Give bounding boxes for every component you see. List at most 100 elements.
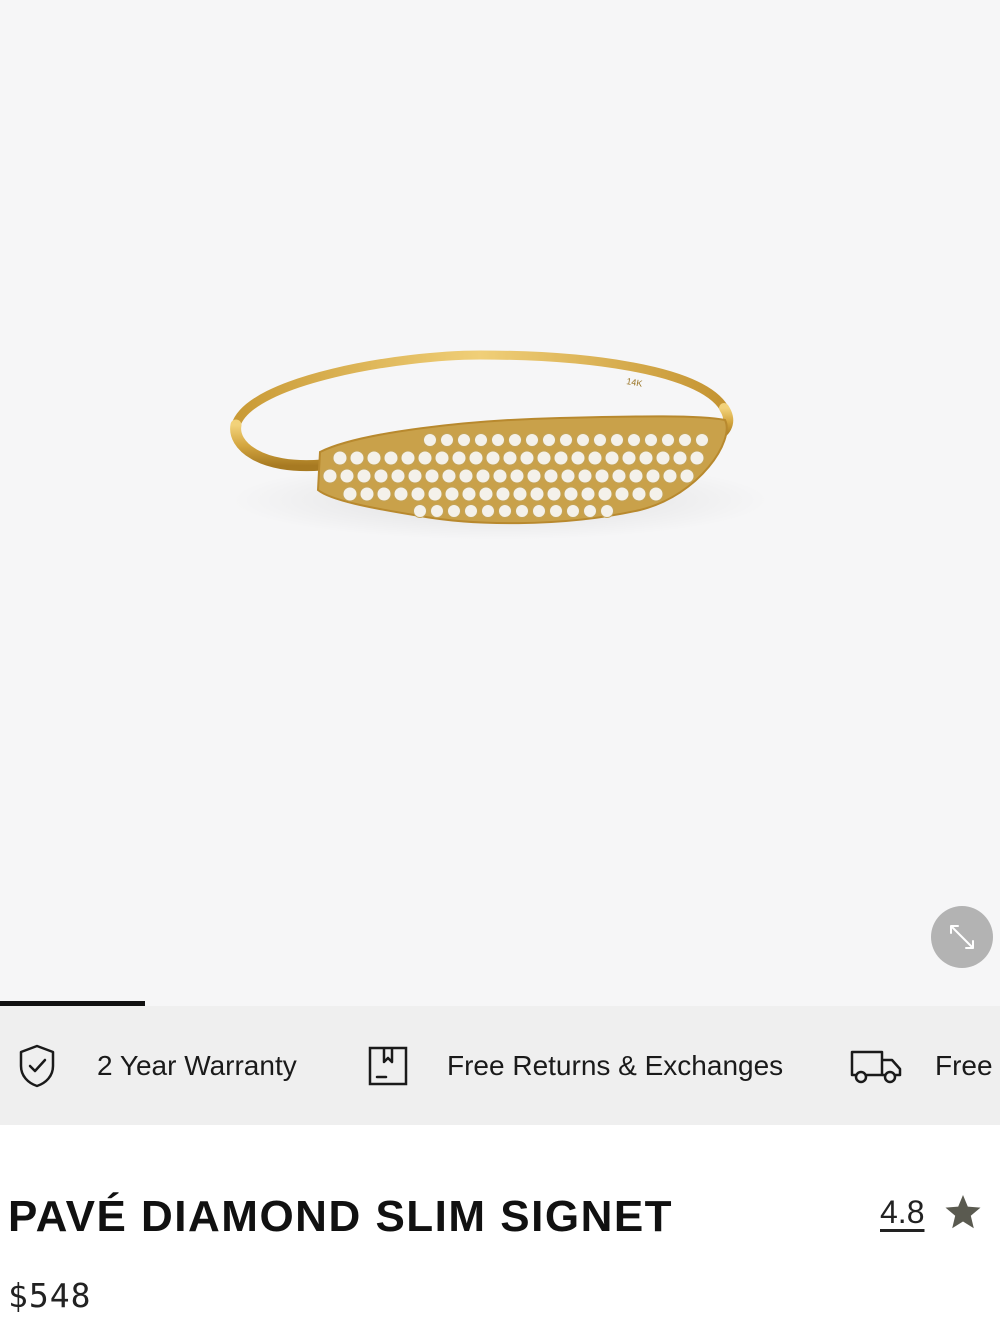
benefit-shipping-label: Free: [935, 1049, 993, 1081]
pave-diamond: [672, 450, 688, 466]
pave-diamond: [525, 433, 539, 447]
pave-diamond: [376, 486, 392, 502]
ring-engraving: 14K: [626, 376, 644, 389]
pave-diamond: [502, 450, 518, 466]
pave-diamond: [661, 433, 675, 447]
pave-diamond: [631, 486, 647, 502]
pave-diamond: [543, 468, 559, 484]
pave-diamond: [475, 468, 491, 484]
pave-diamond: [440, 433, 454, 447]
pave-diamond: [390, 468, 406, 484]
pave-diamond: [495, 486, 511, 502]
product-image-ring[interactable]: 14K: [0, 0, 1000, 1006]
product-price: $548: [8, 1276, 92, 1315]
pave-diamond: [498, 504, 512, 518]
pave-diamond: [400, 450, 416, 466]
expand-arrows-icon: [950, 925, 974, 949]
pave-diamond: [461, 486, 477, 502]
pave-diamond: [593, 433, 607, 447]
pave-diamond: [373, 468, 389, 484]
pave-diamond: [549, 504, 563, 518]
benefit-returns: Free Returns & Exchanges: [368, 1006, 783, 1125]
pave-diamond: [644, 433, 658, 447]
pave-diamond: [424, 468, 440, 484]
pave-diamond: [648, 486, 664, 502]
pave-diamond: [458, 468, 474, 484]
benefit-warranty: 2 Year Warranty: [18, 1006, 297, 1125]
pave-diamond: [532, 504, 546, 518]
pave-diamond: [587, 450, 603, 466]
delivery-truck-icon: [850, 1050, 902, 1083]
pave-diamond: [481, 504, 495, 518]
pave-diamond: [508, 433, 522, 447]
pave-diamond: [526, 468, 542, 484]
pave-diamond: [423, 433, 437, 447]
pave-diamond: [444, 486, 460, 502]
benefit-shipping: Free: [850, 1006, 993, 1125]
star-icon: [945, 1195, 981, 1229]
pave-diamond: [594, 468, 610, 484]
pave-diamond: [662, 468, 678, 484]
pave-diamond: [695, 433, 709, 447]
pave-diamond: [434, 450, 450, 466]
pave-diamond: [359, 486, 375, 502]
pave-diamond: [645, 468, 661, 484]
pave-diamond: [383, 450, 399, 466]
pave-diamond: [485, 450, 501, 466]
pave-diamond: [536, 450, 552, 466]
benefits-strip[interactable]: 2 Year Warranty Free Returns & Exchanges…: [0, 1006, 1000, 1125]
pave-diamond: [451, 450, 467, 466]
pave-diamond: [679, 468, 695, 484]
pave-diamond: [560, 468, 576, 484]
pave-diamond: [464, 504, 478, 518]
pave-diamond: [407, 468, 423, 484]
pave-diamond: [576, 433, 590, 447]
pave-diamond: [332, 450, 348, 466]
pave-diamond: [577, 468, 593, 484]
pave-diamond: [322, 468, 338, 484]
rating-value-link[interactable]: 4.8: [880, 1194, 924, 1231]
pave-diamond: [604, 450, 620, 466]
pave-diamond: [478, 486, 494, 502]
pave-diamond: [492, 468, 508, 484]
shield-check-icon: [19, 1044, 55, 1087]
pave-diamond: [570, 450, 586, 466]
pave-diamond: [546, 486, 562, 502]
pave-diamond: [600, 504, 614, 518]
pave-diamond: [468, 450, 484, 466]
pave-diamond: [474, 433, 488, 447]
pave-diamond: [529, 486, 545, 502]
pave-diamond: [566, 504, 580, 518]
pave-diamond: [356, 468, 372, 484]
pave-diamond: [542, 433, 556, 447]
pave-diamond: [614, 486, 630, 502]
benefit-warranty-label: 2 Year Warranty: [97, 1049, 297, 1081]
pave-diamond: [610, 433, 624, 447]
pave-diamond: [427, 486, 443, 502]
pave-diamond: [417, 450, 433, 466]
pave-diamond: [512, 486, 528, 502]
pave-diamond: [447, 504, 461, 518]
pave-diamond: [491, 433, 505, 447]
pave-diamond: [628, 468, 644, 484]
pave-diamond: [366, 450, 382, 466]
return-box-icon: [368, 1046, 408, 1085]
benefit-returns-label: Free Returns & Exchanges: [447, 1049, 784, 1081]
pave-diamond: [689, 450, 705, 466]
pave-diamond: [638, 450, 654, 466]
pave-diamond: [655, 450, 671, 466]
pave-diamond: [342, 486, 358, 502]
expand-image-button[interactable]: [931, 906, 993, 968]
pave-diamond: [519, 450, 535, 466]
pave-diamond: [457, 433, 471, 447]
product-image-gallery[interactable]: 14K: [0, 0, 1000, 1006]
pave-diamond: [627, 433, 641, 447]
pave-diamond: [441, 468, 457, 484]
pave-diamond: [515, 504, 529, 518]
pave-diamond: [563, 486, 579, 502]
pave-diamond: [509, 468, 525, 484]
product-title: PAVÉ DIAMOND SLIM SIGNET: [8, 1192, 674, 1241]
pave-diamond: [678, 433, 692, 447]
product-rating[interactable]: 4.8: [880, 1190, 982, 1234]
pave-diamond: [413, 504, 427, 518]
